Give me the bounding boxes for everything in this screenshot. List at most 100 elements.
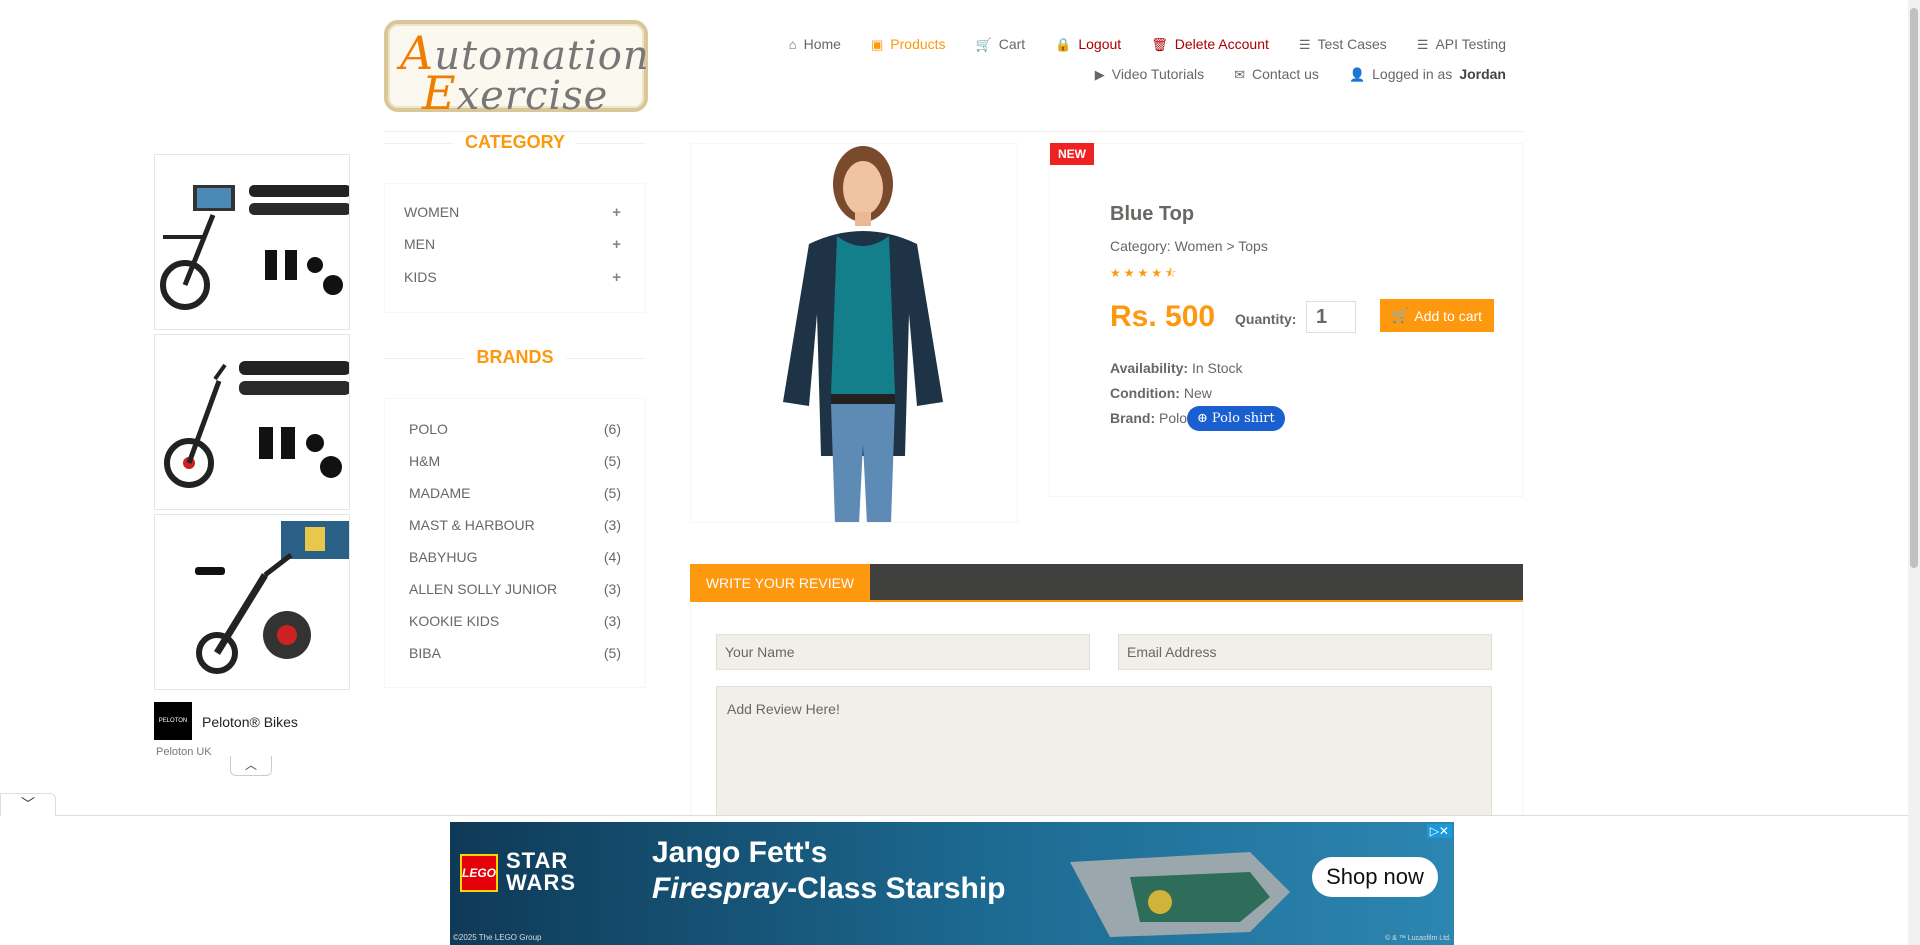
tab-write-review[interactable]: WRITE YOUR REVIEW	[690, 564, 870, 602]
logged-in-label: Logged in as	[1372, 66, 1453, 82]
ad-title[interactable]: Peloton® Bikes	[202, 714, 298, 730]
nav-contact-label: Contact us	[1252, 66, 1319, 82]
review-name-input[interactable]	[716, 634, 1090, 670]
brands-panel: POLO (6) H&M (5) MADAME (5) MAST & HARBOUR (…	[384, 398, 646, 688]
ad-image-3[interactable]	[154, 514, 350, 690]
condition-label: Condition:	[1110, 385, 1180, 401]
brand-row: Brand: Polo	[1110, 410, 1187, 426]
nav-cart[interactable]: 🛒 Cart	[976, 36, 1026, 52]
ad-headline-italic: Firespray	[652, 872, 788, 905]
polo-tag-label: Polo shirt	[1211, 411, 1275, 426]
availability-label: Availability:	[1110, 360, 1189, 376]
shop-now-button[interactable]: Shop now	[1312, 857, 1438, 897]
plus-icon[interactable]: +	[612, 204, 621, 221]
logged-in-username: Jordan	[1459, 66, 1506, 82]
youtube-icon: ▶	[1094, 66, 1105, 82]
quantity-label: Quantity:	[1235, 311, 1297, 327]
category-title: CATEGORY	[384, 132, 646, 153]
brand-item[interactable]: POLO (6)	[409, 413, 621, 445]
nav-video-tutorials[interactable]: ▶ Video Tutorials	[1095, 66, 1204, 82]
product-name: Blue Top	[1110, 203, 1195, 225]
lock-icon: 🔒	[1055, 36, 1072, 52]
availability-row: Availability: In Stock	[1110, 360, 1243, 376]
add-to-cart-button[interactable]: 🛒 Add to cart	[1380, 299, 1494, 332]
bike-image-icon	[160, 185, 349, 310]
nav-row-2: ▶ Video Tutorials ✉ Contact us 👤 Logged in …	[789, 59, 1506, 89]
peloton-logo: PELOTON	[154, 702, 192, 740]
brands-title: BRANDS	[384, 347, 646, 368]
category-item-men[interactable]: MEN +	[404, 228, 621, 260]
bike-image-icon	[164, 361, 349, 488]
scrollbar-thumb[interactable]	[1910, 8, 1918, 568]
polo-shirt-tag[interactable]: ⊕ Polo shirt	[1187, 406, 1285, 431]
category-item-women[interactable]: WOMEN +	[404, 196, 621, 228]
brand-item[interactable]: BABYHUG (4)	[409, 541, 621, 573]
user-icon: 👤	[1348, 66, 1366, 82]
brand-name: KOOKIE KIDS	[409, 613, 500, 629]
ad-close-icon[interactable]: ▷✕	[1426, 824, 1452, 838]
brand-count: (5)	[603, 645, 621, 661]
availability-value: In Stock	[1188, 360, 1243, 376]
page-scrollbar[interactable]	[1908, 0, 1920, 945]
nav-logged-in[interactable]: 👤 Logged in as Jordan	[1349, 66, 1506, 82]
nav-products[interactable]: ▣ Products	[871, 36, 946, 52]
bottom-banner-ad[interactable]: LEGO STAR WARS Jango Fett's Firespray-Cla…	[450, 822, 1454, 945]
nav-cart-label: Cart	[998, 36, 1026, 52]
brand-count: (5)	[603, 485, 621, 501]
brand-item[interactable]: KOOKIE KIDS (3)	[409, 605, 621, 637]
nav-delete-account[interactable]: 🗑 Delete Account	[1151, 36, 1269, 52]
bike-image-icon	[195, 521, 349, 674]
logo-cap-e: E	[422, 66, 457, 120]
cart-icon: 🛒	[975, 36, 992, 52]
logo-text-2: xercise	[456, 73, 609, 119]
new-badge: NEW	[1050, 143, 1094, 165]
brand-item[interactable]: MADAME (5)	[409, 477, 621, 509]
ad-headline-1: Jango Fett's	[652, 836, 828, 869]
product-price: Rs. 500	[1110, 300, 1216, 333]
brand-name: POLO	[409, 421, 448, 437]
woman-photo-icon	[783, 146, 943, 522]
chevron-down-icon[interactable]: ﹀	[0, 793, 56, 816]
site-logo[interactable]: Automation Exercise	[384, 20, 649, 116]
trash-icon: 🗑	[1151, 36, 1168, 52]
brand-item[interactable]: ALLEN SOLLY JUNIOR (3)	[409, 573, 621, 605]
category-label: WOMEN	[404, 204, 460, 220]
review-email-input[interactable]	[1118, 634, 1492, 670]
brand-label: Brand:	[1110, 410, 1156, 426]
ad-footer[interactable]: PELOTON Peloton® Bikes Peloton UK	[154, 694, 350, 758]
star-wars-line2: WARS	[506, 870, 576, 895]
brand-item[interactable]: BIBA (5)	[409, 637, 621, 669]
add-to-cart-label: Add to cart	[1414, 307, 1483, 324]
cart-icon: 🛒	[1391, 307, 1410, 323]
nav-home[interactable]: ⌂ Home	[789, 36, 841, 52]
ad-image-2[interactable]	[154, 334, 350, 510]
nav-logout-label: Logout	[1078, 36, 1122, 52]
brand-item[interactable]: H&M (5)	[409, 445, 621, 477]
quantity-input[interactable]	[1306, 301, 1356, 333]
nav-contact-us[interactable]: ✉ Contact us	[1234, 66, 1319, 82]
nav-logout[interactable]: 🔒 Logout	[1055, 36, 1121, 52]
chevron-up-icon[interactable]: ︿	[230, 756, 272, 776]
nav-test-cases[interactable]: ☰ Test Cases	[1299, 36, 1387, 52]
brand-name: MAST & HARBOUR	[409, 517, 535, 533]
plus-icon[interactable]: +	[612, 269, 621, 286]
brand-count: (6)	[603, 421, 621, 437]
product-image	[690, 143, 1018, 523]
brand-name: BABYHUG	[409, 549, 478, 565]
ad-image-1[interactable]	[154, 154, 350, 330]
plus-circle-icon: ⊕	[1197, 411, 1208, 426]
condition-row: Condition: New	[1110, 385, 1212, 401]
nav-products-label: Products	[890, 36, 946, 52]
plus-icon[interactable]: +	[612, 236, 621, 253]
nav-test-cases-label: Test Cases	[1317, 36, 1387, 52]
star-wars-logo: STAR WARS	[506, 850, 576, 894]
review-textarea[interactable]	[716, 686, 1492, 816]
brand-value: Polo	[1155, 410, 1188, 426]
category-item-kids[interactable]: KIDS +	[404, 261, 621, 293]
left-ad[interactable]: ▷✕ PELOTON Peloton® Bikes	[152, 154, 350, 776]
nav-api-testing[interactable]: ☰ API Testing	[1417, 36, 1506, 52]
brand-count: (4)	[603, 549, 621, 565]
brand-item[interactable]: MAST & HARBOUR (3)	[409, 509, 621, 541]
star-wars-line1: STAR	[506, 848, 569, 873]
lego-logo: LEGO	[460, 854, 498, 892]
